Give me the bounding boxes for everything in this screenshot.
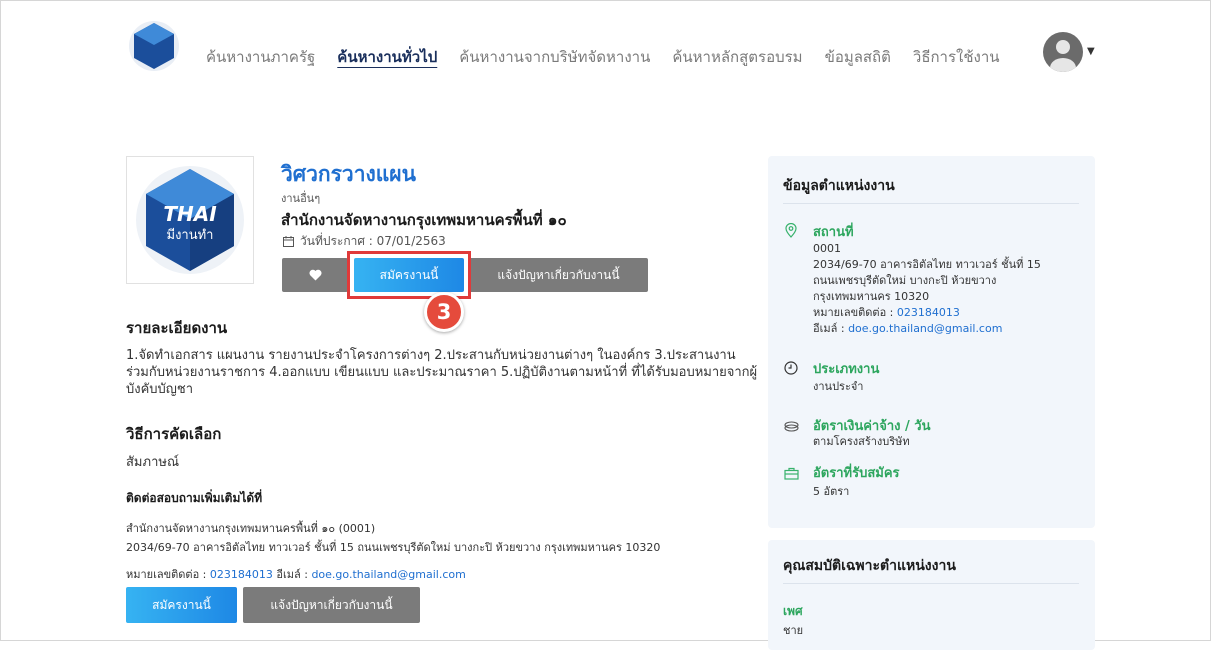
contact-phone-email: หมายเลขติดต่อ : 023184013 อีเมล์ : doe.g…: [126, 565, 466, 583]
job-info-title: ข้อมูลตำแหน่งงาน: [783, 178, 895, 194]
nav-training-courses[interactable]: ค้นหาหลักสูตรอบรม: [672, 45, 802, 69]
job-type-label: ประเภทงาน: [813, 362, 880, 377]
thai-mee-ngan-tam-logo[interactable]: [128, 20, 180, 72]
apply-button-bottom[interactable]: สมัครงานนี้: [126, 587, 237, 623]
job-type-value: งานประจำ: [813, 380, 864, 393]
briefcase-icon: [783, 465, 799, 481]
svg-text:THAI: THAI: [163, 202, 217, 226]
openings-label: อัตราที่รับสมัคร: [813, 466, 900, 481]
user-avatar[interactable]: [1043, 32, 1083, 72]
location-email: อีเมล์ : doe.go.thailand@gmail.com: [813, 321, 1002, 337]
qualifications-title: คุณสมบัติเฉพาะตำแหน่งงาน: [783, 558, 956, 574]
highlight-box: [347, 251, 471, 299]
calendar-icon: [283, 236, 294, 247]
location-code: 0001: [813, 242, 841, 255]
selection-method-text: สัมภาษณ์: [126, 455, 180, 470]
chevron-down-icon[interactable]: ▼: [1087, 46, 1095, 57]
nav-government-jobs[interactable]: ค้นหางานภาครัฐ: [206, 45, 315, 69]
report-problem-button-bottom[interactable]: แจ้งปัญหาเกี่ยวกับงานนี้: [243, 587, 420, 623]
company-logo: THAI มีงานทำ: [126, 156, 254, 284]
location-phone-link[interactable]: 023184013: [897, 306, 960, 319]
divider: [783, 203, 1079, 204]
step-badge: 3: [424, 292, 464, 332]
contact-heading: ติดต่อสอบถามเพิ่มเติมได้ที่: [126, 491, 263, 505]
wage-label: อัตราเงินค่าจ้าง / วัน: [813, 419, 931, 434]
post-date-text: วันที่ประกาศ : 07/01/2563: [300, 234, 446, 248]
contact-email-label: อีเมล์ :: [272, 568, 312, 581]
contact-address: 2034/69-70 อาคารอิตัลไทย ทาวเวอร์ ชั้นที…: [126, 541, 661, 554]
report-problem-button[interactable]: แจ้งปัญหาเกี่ยวกับงานนี้: [469, 258, 648, 292]
job-title: วิศวกรวางแผน: [281, 162, 416, 186]
favorite-button[interactable]: [282, 258, 348, 292]
post-date: วันที่ประกาศ : 07/01/2563: [283, 232, 446, 251]
job-details-heading: รายละเอียดงาน: [126, 319, 228, 337]
location-label: สถานที่: [813, 225, 854, 240]
openings-value: 5 อัตรา: [813, 485, 850, 498]
job-details-text: 1.จัดทำเอกสาร แผนงาน รายงานประจำโครงการต…: [126, 348, 758, 397]
location-phone-label: หมายเลขติดต่อ :: [813, 306, 897, 319]
location-address-2: ถนนเพชรบุรีตัดใหม่ บางกะปิ ห้วยขวาง: [813, 274, 997, 287]
gender-label: เพศ: [783, 604, 803, 618]
location-email-label: อีเมล์ :: [813, 322, 849, 335]
selection-method-heading: วิธีการคัดเลือก: [126, 425, 222, 443]
user-icon: [1050, 40, 1076, 72]
svg-text:มีงานทำ: มีงานทำ: [167, 227, 214, 243]
location-pin-icon: [783, 222, 799, 238]
gender-value: ชาย: [783, 624, 804, 637]
divider: [783, 583, 1079, 584]
money-icon: [783, 418, 799, 434]
nav-agency-jobs[interactable]: ค้นหางานจากบริษัทจัดหางาน: [459, 45, 650, 69]
heart-icon: [308, 269, 322, 281]
clock-icon: [783, 360, 799, 376]
location-phone: หมายเลขติดต่อ : 023184013: [813, 305, 960, 321]
nav-statistics[interactable]: ข้อมูลสถิติ: [825, 45, 891, 69]
company-name: สำนักงานจัดหางานกรุงเทพมหานครพื้นที่ ๑๐: [281, 211, 567, 229]
contact-phone-label: หมายเลขติดต่อ :: [126, 568, 210, 581]
location-email-link[interactable]: doe.go.thailand@gmail.com: [848, 322, 1002, 335]
job-category: งานอื่นๆ: [281, 192, 321, 205]
nav-general-jobs[interactable]: ค้นหางานทั่วไป: [337, 45, 437, 69]
main-nav: ค้นหางานภาครัฐ ค้นหางานทั่วไป ค้นหางานจา…: [206, 45, 1000, 69]
location-address-1: 2034/69-70 อาคารอิตัลไทย ทาวเวอร์ ชั้นที…: [813, 258, 1041, 271]
contact-email-link[interactable]: doe.go.thailand@gmail.com: [311, 568, 465, 581]
contact-office: สำนักงานจัดหางานกรุงเทพมหานครพื้นที่ ๑๐ …: [126, 522, 376, 535]
nav-how-to-use[interactable]: วิธีการใช้งาน: [913, 45, 1000, 69]
contact-phone-link[interactable]: 023184013: [210, 568, 273, 581]
location-address-3: กรุงเทพมหานคร 10320: [813, 290, 930, 303]
wage-value: ตามโครงสร้างบริษัท: [813, 435, 910, 448]
